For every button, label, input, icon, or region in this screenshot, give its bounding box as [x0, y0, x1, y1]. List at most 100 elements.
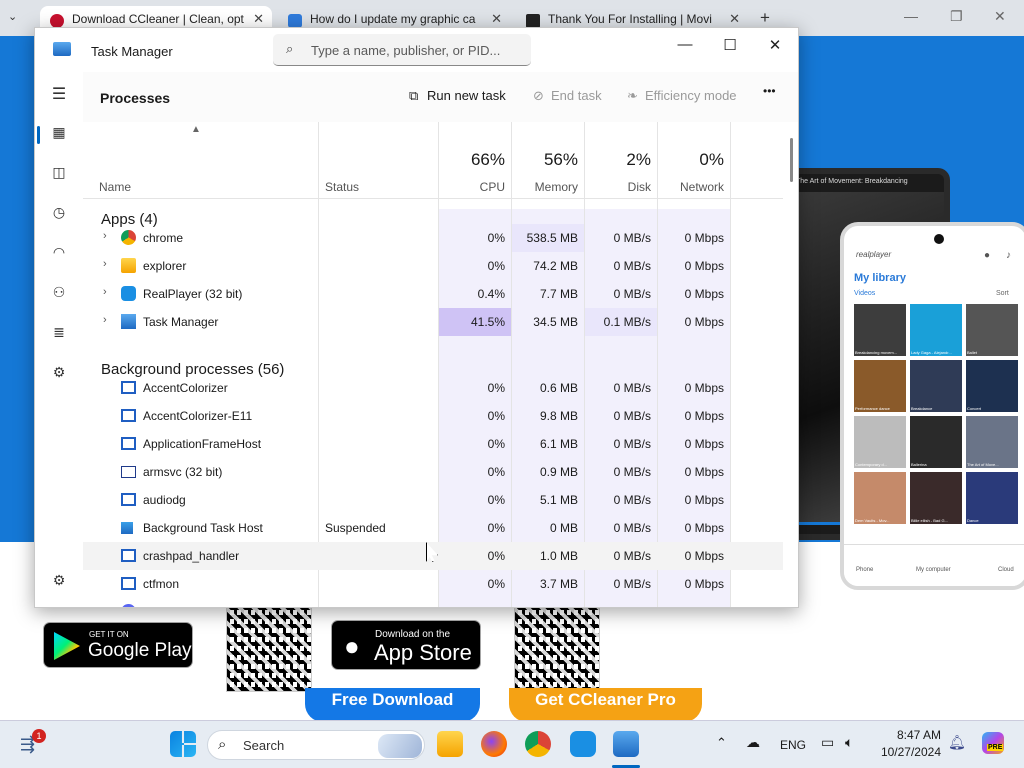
nav-users-icon[interactable]: ⚇: [47, 284, 71, 308]
phone-sort-label: Sort: [996, 290, 1009, 297]
phone-video-title: Dance: [967, 518, 979, 523]
onedrive-icon[interactable]: ☁: [746, 734, 760, 751]
process-row[interactable]: AccentColorizer 0% 0.6 MB 0 MB/s 0 Mbps: [83, 374, 783, 402]
google-play-badge[interactable]: GET IT ON Google Play: [43, 622, 193, 668]
app-store-badge[interactable]: ● Download on the App Store: [331, 620, 481, 670]
column-header-memory[interactable]: Memory: [512, 180, 578, 194]
process-disk: 0 MB/s: [613, 259, 651, 273]
run-new-task-button[interactable]: ⧉ Run new task: [409, 88, 506, 104]
column-header-status[interactable]: Status: [325, 180, 359, 194]
nav-selected-indicator: [37, 126, 40, 144]
sort-arrow-icon: ▲: [191, 124, 201, 135]
firefox-icon[interactable]: [481, 731, 507, 757]
process-memory: 538.5 MB: [512, 224, 584, 252]
nav-details-icon[interactable]: ≣: [47, 324, 71, 348]
end-task-icon: ⊘: [533, 88, 544, 103]
process-row[interactable]: › explorer 0% 74.2 MB 0 MB/s 0 Mbps: [83, 252, 783, 280]
start-windows-icon[interactable]: [170, 731, 196, 757]
phone-bell-icon: ♪: [1006, 250, 1011, 261]
expand-chevron-icon[interactable]: ›: [103, 604, 107, 607]
close-browser-icon[interactable]: ✕: [994, 8, 1006, 25]
language-indicator[interactable]: ENG: [780, 738, 806, 752]
phone-video-tile: Dance: [966, 472, 1018, 524]
tab-list-chevron-icon[interactable]: ⌄: [8, 10, 17, 23]
process-row[interactable]: AccentColorizer-E11 0% 9.8 MB 0 MB/s 0 Mbps: [83, 402, 783, 430]
process-row[interactable]: audiodg 0% 5.1 MB 0 MB/s 0 Mbps: [83, 486, 783, 514]
chrome-icon[interactable]: [525, 731, 551, 757]
process-memory: 0.6 MB: [539, 381, 578, 395]
phone-bottom-nav: Phone My computer Cloud: [844, 544, 1024, 586]
task-manager-window: Task Manager ⌕ — ☐ ✕ ☰ ▦ ◫ ◷ ◠ ⚇ ≣ ⚙ ⚙ P…: [34, 27, 799, 608]
clock-date[interactable]: 10/27/2024: [869, 745, 941, 759]
notification-bell-icon[interactable]: 🔔︎: [948, 734, 966, 751]
new-tab-button[interactable]: +: [760, 8, 770, 28]
process-disk: 0 MB/s: [613, 409, 651, 423]
process-row[interactable]: ApplicationFrameHost 0% 6.1 MB 0 MB/s 0 Mbps: [83, 430, 783, 458]
end-task-button[interactable]: ⊘ End task: [533, 88, 602, 104]
close-tab-icon[interactable]: ✕: [253, 11, 264, 27]
process-cpu: 0%: [487, 493, 505, 507]
task-manager-icon[interactable]: [613, 731, 639, 757]
restore-browser-icon[interactable]: ❐: [950, 8, 963, 25]
nav-performance-icon[interactable]: ◫: [47, 164, 71, 188]
search-box[interactable]: ⌕: [273, 34, 531, 66]
process-row[interactable]: ctfmon 0% 3.7 MB 0 MB/s 0 Mbps: [83, 570, 783, 598]
expand-chevron-icon[interactable]: ›: [103, 230, 107, 242]
get-pro-button[interactable]: Get CCleaner Pro: [509, 688, 702, 722]
expand-chevron-icon[interactable]: ›: [103, 258, 107, 270]
expand-chevron-icon[interactable]: ›: [103, 314, 107, 326]
phone-nav-phone: Phone: [856, 567, 874, 573]
process-cpu: 0%: [487, 259, 505, 273]
search-input[interactable]: [311, 40, 521, 60]
tablet-video-title: The Art of Movement: Breakdancing: [796, 178, 908, 185]
taskbar-search[interactable]: ⌕ Search: [207, 730, 425, 760]
phone-video-title: Concert: [967, 406, 982, 411]
process-row[interactable]: › Discord 0%128.1 MB0 MB/s0 Mbps: [83, 598, 783, 607]
column-header-disk[interactable]: Disk: [585, 180, 651, 194]
process-name: explorer: [143, 259, 187, 273]
process-disk: 0 MB/s: [613, 577, 651, 591]
clock-time[interactable]: 8:47 AM: [879, 728, 941, 742]
vertical-scrollbar[interactable]: [790, 138, 793, 182]
phone-video-tile: Concert: [966, 360, 1018, 412]
minimize-button[interactable]: —: [662, 36, 708, 64]
process-memory: 7.7 MB: [539, 287, 578, 301]
column-header-network[interactable]: Network: [658, 180, 724, 194]
leaf-icon: ❧: [627, 88, 638, 103]
nav-processes-icon[interactable]: ▦: [47, 124, 71, 148]
process-row[interactable]: › RealPlayer (32 bit) 0.4% 7.7 MB 0 MB/s 0 Mb…: [83, 280, 783, 308]
expand-chevron-icon[interactable]: ›: [103, 286, 107, 298]
free-download-button[interactable]: Free Download: [305, 688, 480, 722]
cta-label: Get CCleaner Pro: [535, 690, 676, 709]
column-header-name[interactable]: Name: [99, 180, 131, 194]
nav-startup-apps-icon[interactable]: ◠: [47, 244, 71, 268]
process-memory: 5.1 MB: [539, 493, 578, 507]
file-explorer-icon[interactable]: [437, 731, 463, 757]
volume-icon[interactable]: 🔈︎: [845, 734, 853, 751]
close-tab-icon[interactable]: ✕: [729, 11, 740, 27]
process-name: ApplicationFrameHost: [143, 437, 262, 451]
process-name: audiodg: [143, 493, 186, 507]
phone-video-title: Billie ellish - Bad G...: [911, 518, 948, 523]
process-row[interactable]: crashpad_handler 0% 1.0 MB 0 MB/s 0 Mbps: [83, 542, 783, 570]
realplayer-icon[interactable]: [570, 731, 596, 757]
nav-app-history-icon[interactable]: ◷: [47, 204, 71, 228]
more-options-button[interactable]: •••: [763, 84, 776, 98]
settings-gear-icon[interactable]: ⚙: [47, 572, 71, 596]
column-header-cpu[interactable]: CPU: [439, 180, 505, 194]
maximize-button[interactable]: ☐: [707, 36, 753, 64]
process-row[interactable]: › chrome 0% 538.5 MB 0 MB/s 0 Mbps: [83, 224, 783, 252]
process-row[interactable]: › Task Manager 41.5% 34.5 MB 0.1 MB/s 0 Mbps: [83, 308, 783, 336]
close-button[interactable]: ✕: [752, 36, 798, 64]
efficiency-mode-button[interactable]: ❧ Efficiency mode: [627, 88, 737, 104]
nav-services-icon[interactable]: ⚙: [47, 364, 71, 388]
phone-brand: realplayer: [856, 250, 892, 259]
process-row[interactable]: Background Task Host Suspended 0% 0 MB 0 MB/…: [83, 514, 783, 542]
network-icon[interactable]: ▭: [821, 734, 834, 751]
show-hidden-icons-icon[interactable]: ⌃: [716, 735, 727, 751]
minimize-browser-icon[interactable]: —: [904, 8, 918, 24]
close-tab-icon[interactable]: ✕: [491, 11, 502, 27]
hamburger-menu-icon[interactable]: ☰: [47, 84, 71, 108]
process-row[interactable]: armsvc (32 bit) 0% 0.9 MB 0 MB/s 0 Mbps: [83, 458, 783, 486]
copilot-icon[interactable]: PRE: [982, 732, 1004, 754]
